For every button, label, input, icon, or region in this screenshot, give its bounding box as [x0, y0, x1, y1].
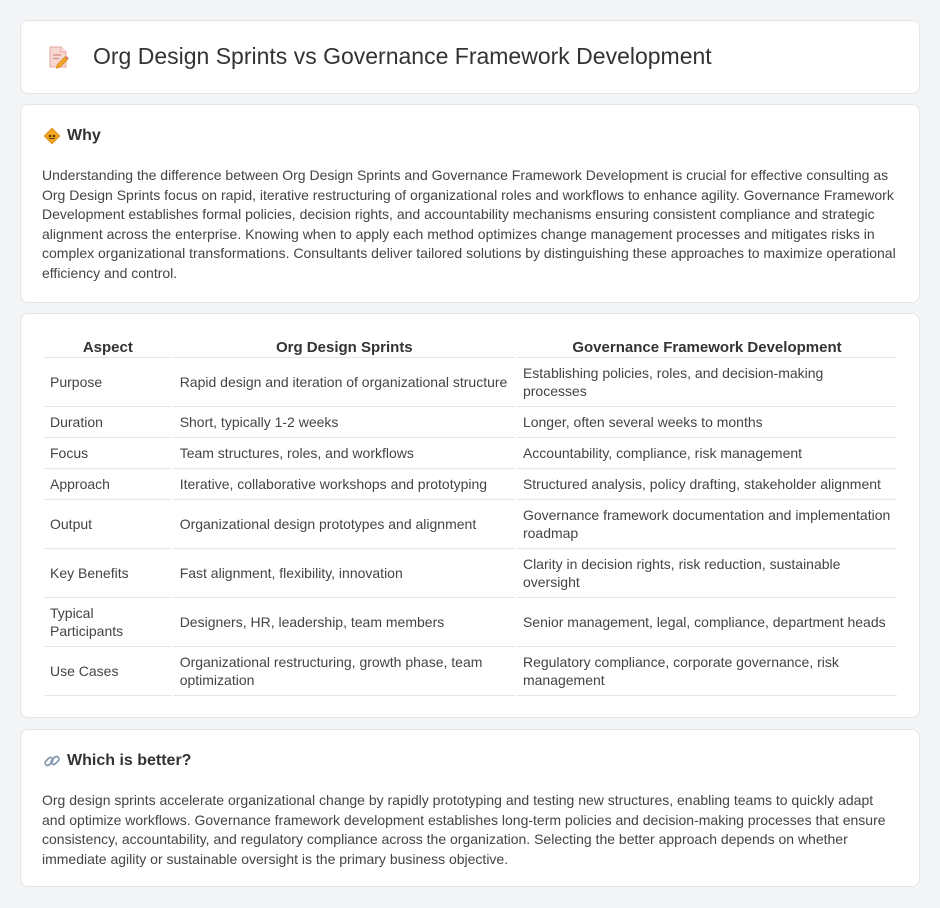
- which-is-better-title: Which is better?: [67, 752, 192, 769]
- link-icon: [43, 752, 61, 770]
- row-aspect: Purpose: [44, 358, 172, 407]
- row-org-design-value: Designers, HR, leadership, team members: [173, 598, 515, 647]
- table-row: Duration Short, typically 1-2 weeks Long…: [44, 407, 897, 438]
- row-aspect: Key Benefits: [44, 549, 172, 598]
- why-section: Why Understanding the difference between…: [20, 104, 920, 303]
- row-aspect: Output: [44, 500, 172, 549]
- which-is-better-text: Org design sprints accelerate organizati…: [42, 792, 886, 867]
- row-aspect: Typical Participants: [44, 598, 172, 647]
- row-governance-value: Accountability, compliance, risk managem…: [516, 438, 897, 469]
- column-header-org-design-sprints: Org Design Sprints: [173, 336, 515, 358]
- table-row: Key Benefits Fast alignment, flexibility…: [44, 549, 897, 598]
- comparison-table: Aspect Org Design Sprints Governance Fra…: [42, 336, 899, 696]
- why-heading: Why: [43, 127, 101, 145]
- which-is-better-heading: Which is better?: [43, 752, 191, 770]
- row-governance-value: Structured analysis, policy drafting, st…: [516, 469, 897, 500]
- row-governance-value: Senior management, legal, compliance, de…: [516, 598, 897, 647]
- diamond-sign-icon: [43, 127, 61, 145]
- table-header-row: Aspect Org Design Sprints Governance Fra…: [44, 336, 897, 358]
- why-text: Understanding the difference between Org…: [42, 167, 896, 281]
- row-org-design-value: Short, typically 1-2 weeks: [173, 407, 515, 438]
- row-org-design-value: Fast alignment, flexibility, innovation: [173, 549, 515, 598]
- row-aspect: Approach: [44, 469, 172, 500]
- table-row: Purpose Rapid design and iteration of or…: [44, 358, 897, 407]
- row-org-design-value: Rapid design and iteration of organizati…: [173, 358, 515, 407]
- table-row: Typical Participants Designers, HR, lead…: [44, 598, 897, 647]
- row-aspect: Duration: [44, 407, 172, 438]
- table-row: Approach Iterative, collaborative worksh…: [44, 469, 897, 500]
- page-header: Org Design Sprints vs Governance Framewo…: [45, 43, 712, 70]
- row-governance-value: Governance framework documentation and i…: [516, 500, 897, 549]
- row-org-design-value: Team structures, roles, and workflows: [173, 438, 515, 469]
- row-governance-value: Longer, often several weeks to months: [516, 407, 897, 438]
- row-org-design-value: Organizational design prototypes and ali…: [173, 500, 515, 549]
- column-header-governance-framework: Governance Framework Development: [516, 336, 897, 358]
- page-title: Org Design Sprints vs Governance Framewo…: [93, 43, 712, 69]
- why-title: Why: [67, 127, 101, 144]
- document-edit-icon: [45, 44, 71, 70]
- row-governance-value: Regulatory compliance, corporate governa…: [516, 647, 897, 696]
- row-aspect: Focus: [44, 438, 172, 469]
- comparison-section: Aspect Org Design Sprints Governance Fra…: [20, 313, 920, 718]
- header-card: Org Design Sprints vs Governance Framewo…: [20, 20, 920, 94]
- column-header-aspect: Aspect: [44, 336, 172, 358]
- row-aspect: Use Cases: [44, 647, 172, 696]
- table-row: Focus Team structures, roles, and workfl…: [44, 438, 897, 469]
- row-governance-value: Establishing policies, roles, and decisi…: [516, 358, 897, 407]
- row-governance-value: Clarity in decision rights, risk reducti…: [516, 549, 897, 598]
- table-row: Use Cases Organizational restructuring, …: [44, 647, 897, 696]
- row-org-design-value: Organizational restructuring, growth pha…: [173, 647, 515, 696]
- which-is-better-section: Which is better? Org design sprints acce…: [20, 729, 920, 887]
- row-org-design-value: Iterative, collaborative workshops and p…: [173, 469, 515, 500]
- table-row: Output Organizational design prototypes …: [44, 500, 897, 549]
